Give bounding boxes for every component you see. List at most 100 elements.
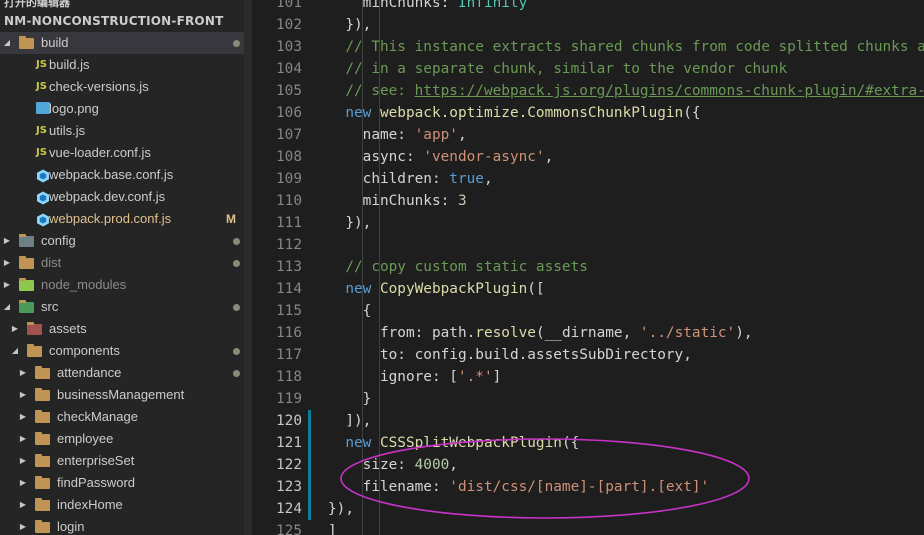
folder-icon [19, 278, 34, 291]
code-line[interactable]: 105 // see: https://webpack.js.org/plugi… [252, 80, 924, 102]
folder-icon [35, 454, 50, 467]
tree-item-login[interactable]: ▶ login [0, 516, 244, 535]
code-text: // copy custom static assets [328, 259, 588, 275]
line-number: 101 [276, 0, 302, 11]
tree-item-build-js[interactable]: JS build.js [0, 54, 244, 76]
sidebar-scrollbar[interactable] [244, 0, 252, 535]
code-line[interactable]: 108 async: 'vendor-async', [252, 146, 924, 168]
git-status-dot [233, 238, 240, 245]
tree-item-label: attendance [57, 365, 122, 380]
code-line[interactable]: 118 ignore: ['.*'] [252, 366, 924, 388]
tree-item-webpack-prod-conf-js[interactable]: webpack.prod.conf.js M [0, 208, 244, 230]
line-number: 108 [276, 149, 302, 165]
code-line[interactable]: 107 name: 'app', [252, 124, 924, 146]
chevron-right-icon[interactable]: ▶ [10, 318, 20, 340]
code-line[interactable]: 124}), [252, 498, 924, 520]
code-line[interactable]: 123 filename: 'dist/css/[name]-[part].[e… [252, 476, 924, 498]
folder-icon [35, 366, 50, 379]
tree-item-config[interactable]: ▶ config [0, 230, 244, 252]
code-line[interactable]: 101 minChunks: Infinity [252, 0, 924, 14]
code-line[interactable]: 116 from: path.resolve(__dirname, '../st… [252, 322, 924, 344]
line-number: 110 [276, 193, 302, 209]
tree-item-employee[interactable]: ▶ employee [0, 428, 244, 450]
code-line[interactable]: 112 [252, 234, 924, 256]
tree-item-dist[interactable]: ▶ dist [0, 252, 244, 274]
code-text: name: 'app', [328, 127, 467, 143]
code-line[interactable]: 120 ]), [252, 410, 924, 432]
tree-item-findpassword[interactable]: ▶ findPassword [0, 472, 244, 494]
line-number: 106 [276, 105, 302, 121]
code-line[interactable]: 110 minChunks: 3 [252, 190, 924, 212]
code-line[interactable]: 113 // copy custom static assets [252, 256, 924, 278]
code-line[interactable]: 122 size: 4000, [252, 454, 924, 476]
tree-item-logo-png[interactable]: logo.png [0, 98, 244, 120]
code-line[interactable]: 111 }), [252, 212, 924, 234]
git-status-dot [233, 370, 240, 377]
tree-item-node-modules[interactable]: ▶ node_modules [0, 274, 244, 296]
code-text: children: true, [328, 171, 493, 187]
code-text: ] [328, 523, 337, 535]
chevron-right-icon[interactable]: ▶ [2, 252, 12, 274]
tree-item-businessmanagement[interactable]: ▶ businessManagement [0, 384, 244, 406]
tree-item-label: login [57, 519, 85, 534]
code-line[interactable]: 115 { [252, 300, 924, 322]
chevron-right-icon[interactable]: ▶ [18, 450, 28, 472]
tree-item-src[interactable]: ◢ src [0, 296, 244, 318]
chevron-down-icon[interactable]: ◢ [2, 32, 12, 54]
code-line[interactable]: 109 children: true, [252, 168, 924, 190]
tree-item-label: webpack.base.conf.js [49, 167, 174, 182]
tree-item-label: components [49, 343, 120, 358]
chevron-right-icon[interactable]: ▶ [18, 428, 28, 450]
tree-item-enterpriseset[interactable]: ▶ enterpriseSet [0, 450, 244, 472]
explorer-sidebar: 打开的编辑器 NM-NONCONSTRUCTION-FRONT ◢ build JS… [0, 0, 244, 535]
code-line[interactable]: 119 } [252, 388, 924, 410]
chevron-right-icon[interactable]: ▶ [18, 472, 28, 494]
line-number: 111 [276, 215, 302, 231]
tree-item-check-versions-js[interactable]: JS check-versions.js [0, 76, 244, 98]
code-text: // This instance extracts shared chunks … [345, 39, 924, 55]
chevron-right-icon[interactable]: ▶ [2, 274, 12, 296]
tree-item-label: webpack.dev.conf.js [49, 189, 166, 204]
tree-item-vue-loader-conf-js[interactable]: JS vue-loader.conf.js [0, 142, 244, 164]
tree-item-webpack-base-conf-js[interactable]: webpack.base.conf.js [0, 164, 244, 186]
tree-item-utils-js[interactable]: JS utils.js [0, 120, 244, 142]
code-text: // see: https://webpack.js.org/plugins/c… [328, 83, 924, 99]
code-line[interactable]: 104 // in a separate chunk, similar to t… [252, 58, 924, 80]
code-line[interactable]: 103 // This instance extracts shared chu… [252, 36, 924, 58]
open-editors-header[interactable]: 打开的编辑器 [0, 0, 244, 10]
folder-icon [35, 476, 50, 489]
tree-item-label: build.js [49, 57, 90, 72]
chevron-right-icon[interactable]: ▶ [18, 516, 28, 535]
chevron-right-icon[interactable]: ▶ [18, 494, 28, 516]
code-line[interactable]: 114 new CopyWebpackPlugin([ [252, 278, 924, 300]
tree-item-label: assets [49, 321, 87, 336]
git-change-marker [308, 410, 311, 432]
tree-item-indexhome[interactable]: ▶ indexHome [0, 494, 244, 516]
code-line[interactable]: 106 new webpack.optimize.CommonsChunkPlu… [252, 102, 924, 124]
git-status-dot [233, 260, 240, 267]
tree-item-assets[interactable]: ▶ assets [0, 318, 244, 340]
tree-item-label: businessManagement [57, 387, 185, 402]
code-line[interactable]: 102 }), [252, 14, 924, 36]
chevron-right-icon[interactable]: ▶ [2, 230, 12, 252]
line-number: 102 [276, 17, 302, 33]
tree-item-webpack-dev-conf-js[interactable]: webpack.dev.conf.js [0, 186, 244, 208]
tree-item-attendance[interactable]: ▶ attendance [0, 362, 244, 384]
tree-item-checkmanage[interactable]: ▶ checkManage [0, 406, 244, 428]
chevron-right-icon[interactable]: ▶ [18, 406, 28, 428]
chevron-down-icon[interactable]: ◢ [10, 340, 20, 362]
code-line[interactable]: 121 new CSSSplitWebpackPlugin({ [252, 432, 924, 454]
git-modified-badge: M [226, 212, 236, 226]
tree-item-build[interactable]: ◢ build [0, 32, 244, 54]
chevron-down-icon[interactable]: ◢ [2, 296, 12, 318]
code-text: { [328, 303, 372, 319]
line-number: 109 [276, 171, 302, 187]
chevron-right-icon[interactable]: ▶ [18, 362, 28, 384]
tree-item-components[interactable]: ◢ components [0, 340, 244, 362]
code-editor[interactable]: 101 minChunks: Infinity 102 }), 103 // Thi… [252, 0, 924, 535]
code-line[interactable]: 125] [252, 520, 924, 535]
code-line[interactable]: 117 to: config.build.assetsSubDirectory, [252, 344, 924, 366]
chevron-right-icon[interactable]: ▶ [18, 384, 28, 406]
folder-icon [19, 36, 34, 49]
project-title[interactable]: NM-NONCONSTRUCTION-FRONT [4, 12, 223, 30]
